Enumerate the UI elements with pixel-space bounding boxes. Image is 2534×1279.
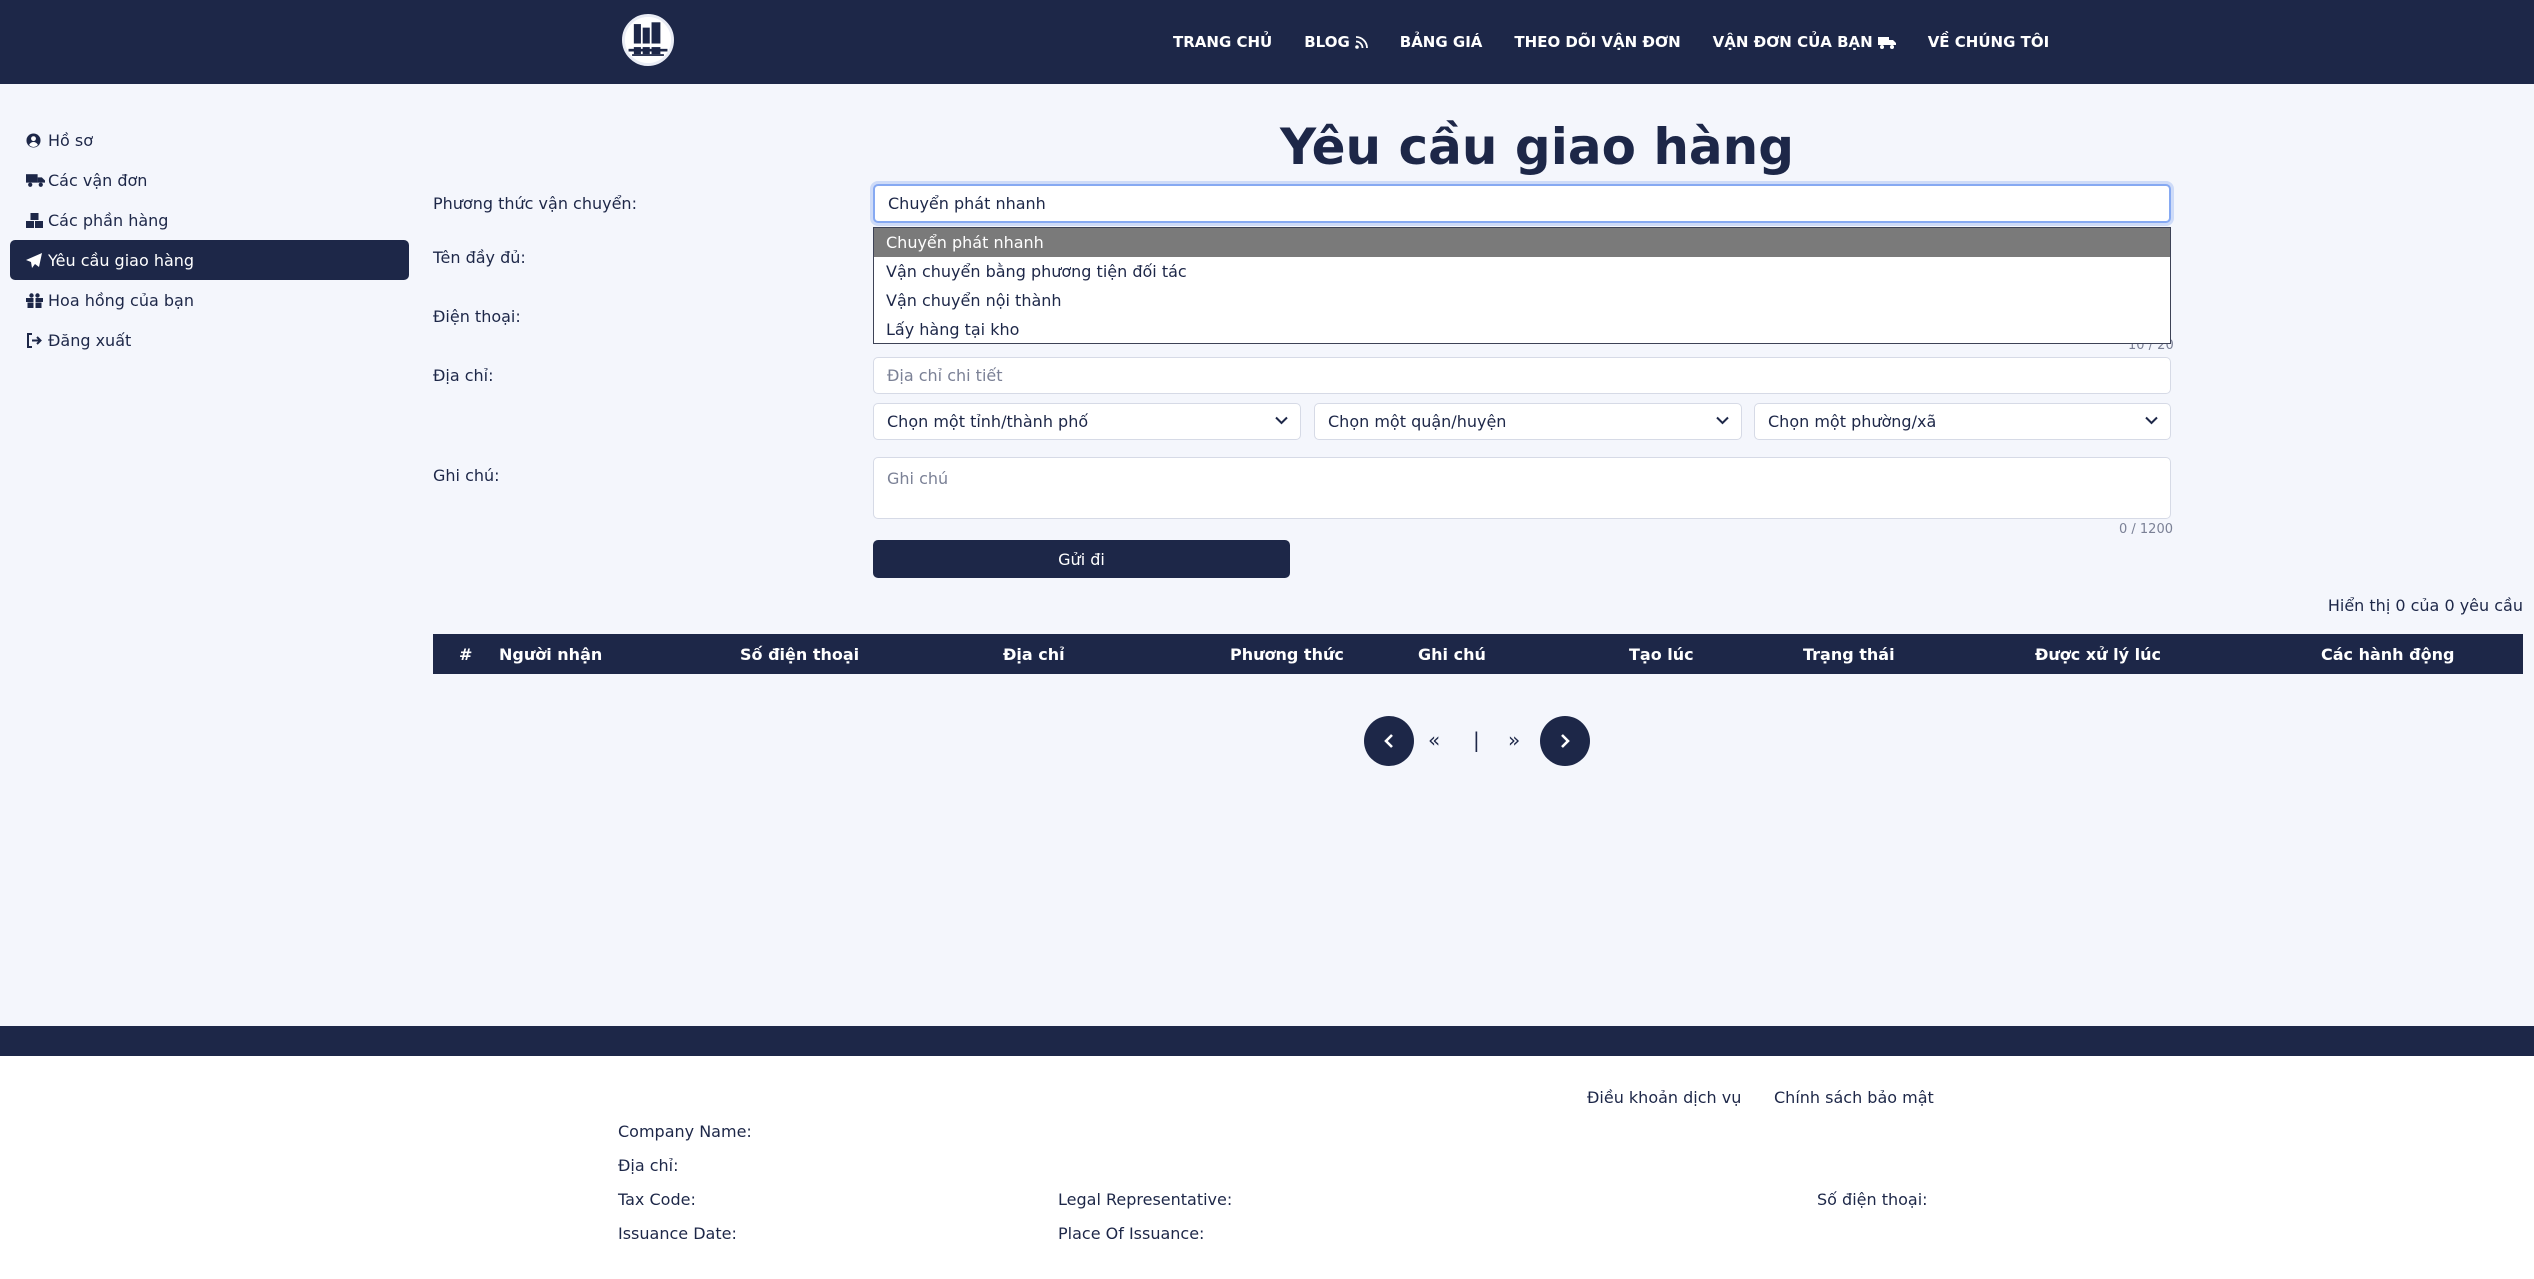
- fullname-label: Tên đầy đủ:: [433, 248, 526, 267]
- footer: [0, 1056, 2534, 1279]
- note-placeholder: Ghi chú: [887, 469, 949, 488]
- sidebar-item-label: Các vận đơn: [48, 170, 148, 190]
- page-title: Yêu cầu giao hàng: [1280, 118, 1795, 176]
- address-label: Địa chỉ:: [433, 366, 494, 385]
- address-input[interactable]: Địa chỉ chi tiết: [873, 357, 2171, 394]
- pagination: « | »: [0, 716, 2534, 768]
- logo-icon[interactable]: [622, 14, 674, 66]
- sidebar: Hồ sơ Các vận đơn Các phần hàng Yêu cầu …: [10, 120, 409, 360]
- province-placeholder: Chọn một tỉnh/thành phố: [887, 412, 1089, 431]
- table-header: # Người nhận Số điện thoại Địa chỉ Phươn…: [433, 634, 2523, 674]
- page-separator: |: [1473, 728, 1480, 752]
- chevron-left-icon: [1384, 734, 1393, 748]
- sidebar-item-label: Yêu cầu giao hàng: [48, 250, 195, 270]
- nav-pricing-label: BẢNG GIÁ: [1399, 33, 1483, 51]
- sidebar-item-orders[interactable]: Các vận đơn: [10, 160, 409, 200]
- last-page-button[interactable]: »: [1508, 728, 1520, 752]
- first-page-button[interactable]: «: [1428, 728, 1440, 752]
- dropdown-option[interactable]: Chuyển phát nhanh: [874, 228, 2170, 257]
- footer-address-label: Địa chỉ:: [618, 1156, 679, 1175]
- province-select[interactable]: Chọn một tỉnh/thành phố: [873, 403, 1301, 440]
- truck-icon: [26, 172, 46, 188]
- note-counter: 0 / 1200: [2119, 522, 2173, 537]
- next-page-button[interactable]: [1540, 716, 1590, 766]
- nav-home-label: TRANG CHỦ: [1173, 33, 1273, 51]
- column-header: #: [459, 644, 473, 664]
- main-nav: TRANG CHỦ BLOG BẢNG GIÁ THEO DÕI VẬN ĐƠN…: [1173, 0, 2081, 84]
- column-header: Các hành động: [2321, 644, 2455, 664]
- chevron-down-icon: [2145, 416, 2158, 425]
- issuance-date-label: Issuance Date:: [618, 1224, 737, 1243]
- sidebar-item-label: Đăng xuất: [48, 330, 132, 350]
- district-select[interactable]: Chọn một quận/huyện: [1314, 403, 1742, 440]
- sidebar-item-logout[interactable]: Đăng xuất: [10, 320, 409, 360]
- rss-icon: [1354, 35, 1368, 49]
- gift-icon: [26, 292, 46, 308]
- shipping-method-select[interactable]: Chuyển phát nhanh: [873, 184, 2171, 223]
- nav-blog-label: BLOG: [1304, 33, 1350, 51]
- address-placeholder: Địa chỉ chi tiết: [887, 366, 1003, 385]
- column-header: Số điện thoại: [740, 644, 860, 664]
- submit-button[interactable]: Gửi đi: [873, 540, 1290, 578]
- sidebar-item-packages[interactable]: Các phần hàng: [10, 200, 409, 240]
- column-header: Địa chỉ: [1003, 644, 1065, 664]
- nav-blog[interactable]: BLOG: [1304, 33, 1368, 51]
- sidebar-item-label: Các phần hàng: [48, 210, 169, 230]
- chevron-right-icon: [1561, 734, 1570, 748]
- nav-tracking[interactable]: THEO DÕI VẬN ĐƠN: [1514, 33, 1680, 51]
- chevron-down-icon: [1716, 416, 1729, 425]
- showing-count: Hiển thị 0 của 0 yêu cầu: [2327, 596, 2523, 615]
- truck-icon: [1877, 36, 1896, 49]
- sidebar-item-profile[interactable]: Hồ sơ: [10, 120, 409, 160]
- column-header: Phương thức: [1230, 644, 1344, 664]
- nav-about-label: VỀ CHÚNG TÔI: [1927, 33, 2050, 51]
- dropdown-option[interactable]: Lấy hàng tại kho: [874, 315, 2170, 344]
- sidebar-item-label: Hồ sơ: [48, 130, 94, 150]
- phone-label: Điện thoại:: [433, 307, 521, 326]
- terms-link[interactable]: Điều khoản dịch vụ: [1587, 1088, 1741, 1107]
- column-header: Người nhận: [499, 644, 603, 664]
- sidebar-item-delivery-request[interactable]: Yêu cầu giao hàng: [10, 240, 409, 280]
- shipping-method-value: Chuyển phát nhanh: [888, 194, 1046, 213]
- district-placeholder: Chọn một quận/huyện: [1328, 412, 1507, 431]
- nav-your-orders[interactable]: VẬN ĐƠN CỦA BẠN: [1713, 33, 1896, 51]
- note-textarea[interactable]: Ghi chú: [873, 457, 2171, 519]
- place-of-issuance-label: Place Of Issuance:: [1058, 1224, 1205, 1243]
- nav-your-orders-label: VẬN ĐƠN CỦA BẠN: [1712, 33, 1873, 51]
- note-label: Ghi chú:: [433, 466, 500, 485]
- sign-out-icon: [26, 332, 46, 348]
- boxes-icon: [26, 212, 46, 228]
- ward-placeholder: Chọn một phường/xã: [1768, 412, 1937, 431]
- nav-home[interactable]: TRANG CHỦ: [1173, 33, 1272, 51]
- column-header: Được xử lý lúc: [2035, 644, 2161, 664]
- legal-rep-label: Legal Representative:: [1058, 1190, 1233, 1209]
- prev-page-button[interactable]: [1364, 716, 1414, 766]
- footer-phone-label: Số điện thoại:: [1817, 1190, 1928, 1209]
- top-header: TRANG CHỦ BLOG BẢNG GIÁ THEO DÕI VẬN ĐƠN…: [0, 0, 2534, 84]
- column-header: Ghi chú: [1418, 644, 1486, 664]
- column-header: Trạng thái: [1803, 644, 1895, 664]
- privacy-link[interactable]: Chính sách bảo mật: [1774, 1088, 1934, 1107]
- user-circle-icon: [26, 132, 46, 148]
- chevron-down-icon: [1275, 416, 1288, 425]
- footer-bar: [0, 1026, 2534, 1056]
- dropdown-option[interactable]: Vận chuyển nội thành: [874, 286, 2170, 315]
- paper-plane-icon: [26, 252, 46, 268]
- method-label: Phương thức vận chuyển:: [433, 194, 637, 213]
- tax-code-label: Tax Code:: [618, 1190, 696, 1209]
- nav-about[interactable]: VỀ CHÚNG TÔI: [1928, 33, 2049, 51]
- dropdown-option[interactable]: Vận chuyển bằng phương tiện đối tác: [874, 257, 2170, 286]
- column-header: Tạo lúc: [1629, 644, 1694, 664]
- sidebar-item-label: Hoa hồng của bạn: [48, 290, 194, 310]
- nav-tracking-label: THEO DÕI VẬN ĐƠN: [1514, 33, 1681, 51]
- sidebar-item-commission[interactable]: Hoa hồng của bạn: [10, 280, 409, 320]
- nav-pricing[interactable]: BẢNG GIÁ: [1400, 33, 1483, 51]
- shipping-method-dropdown: Chuyển phát nhanh Vận chuyển bằng phương…: [873, 227, 2171, 344]
- company-name-label: Company Name:: [618, 1122, 752, 1141]
- ward-select[interactable]: Chọn một phường/xã: [1754, 403, 2171, 440]
